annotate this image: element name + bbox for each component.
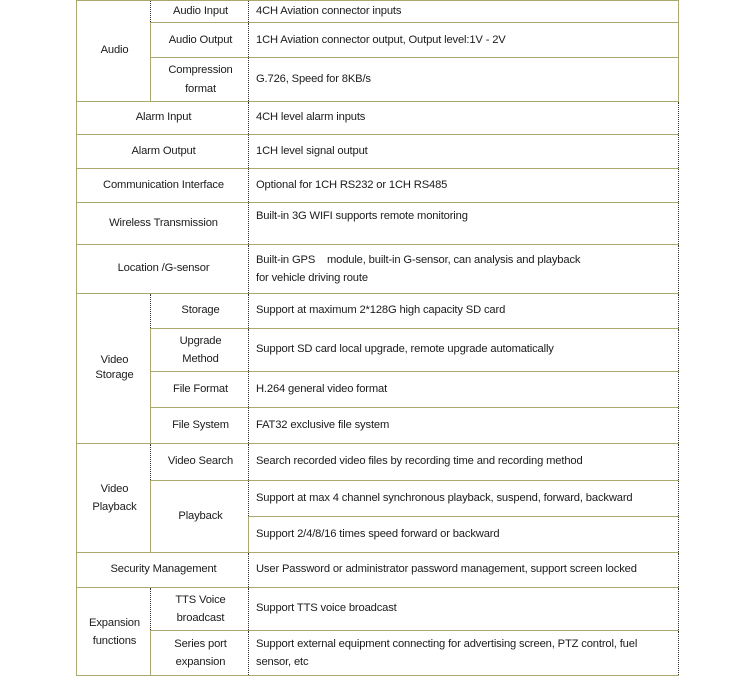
specification-table-container: Audio Audio Input 4CH Aviation connector… [76, 0, 679, 676]
subitem-cell-series-port-expansion: Series port expansion [150, 630, 249, 676]
description-cell-playback-channels: Support at max 4 channel synchronous pla… [248, 480, 679, 518]
table-row: Expansion functions TTS Voice broadcast … [76, 587, 679, 676]
table-row: Security Management User Password or adm… [76, 552, 679, 589]
description-cell-location-gsensor: Built-in GPS module, built-in G-sensor, … [248, 243, 679, 294]
description-cell-storage: Support at maximum 2*128G high capacity … [248, 292, 679, 329]
description-line-2: for vehicle driving route [256, 271, 368, 284]
subitem-line-1: TTS Voice [175, 594, 226, 607]
category-cell-wireless-transmission: Wireless Transmission [76, 201, 249, 245]
category-cell-alarm-output: Alarm Output [76, 133, 249, 169]
table-row: Playback Support at max 4 channel synchr… [77, 480, 679, 554]
description-cell-communication-interface: Optional for 1CH RS232 or 1CH RS485 [248, 167, 679, 203]
category-line-2: Playback [92, 501, 137, 514]
table-row: Location /G-sensor Built-in GPS module, … [76, 243, 679, 294]
description-cell-video-search: Search recorded video files by recording… [248, 443, 679, 482]
table-row: File System FAT32 exclusive file system [77, 407, 679, 445]
description-cell-file-system: FAT32 exclusive file system [248, 407, 679, 445]
table-row: Video Storage Storage Support at maximum… [76, 292, 679, 445]
subitem-cell-file-format: File Format [150, 371, 249, 409]
table-row: Alarm Input 4CH level alarm inputs [76, 100, 679, 135]
description-cell-upgrade-method: Support SD card local upgrade, remote up… [248, 327, 679, 373]
table-row: File Format H.264 general video format [77, 371, 679, 409]
description-cell-security-management: User Password or administrator password … [248, 552, 679, 589]
category-cell-video-playback: Video Playback [76, 443, 151, 554]
category-cell-alarm-input: Alarm Input [76, 100, 249, 135]
category-line-2: functions [92, 634, 137, 647]
category-cell-location-gsensor: Location /G-sensor [76, 243, 249, 294]
table-row: Video Playback Video Search Search recor… [76, 443, 679, 554]
description-cell-playback-speed: Support 2/4/8/16 times speed forward or … [248, 516, 679, 554]
specification-table: Audio Audio Input 4CH Aviation connector… [76, 0, 679, 676]
category-cell-security-management: Security Management [76, 552, 249, 589]
table-row: Compression format G.726, Speed for 8KB/… [77, 57, 679, 102]
table-row: Series port expansion Support external e… [77, 630, 679, 676]
description-cell-alarm-input: 4CH level alarm inputs [248, 100, 679, 135]
subitem-cell-tts-voice-broadcast: TTS Voice broadcast [150, 587, 249, 632]
category-line-1: Expansion [89, 616, 140, 629]
table-row: Wireless Transmission Built-in 3G WIFI s… [76, 201, 679, 245]
description-line-1: Built-in GPS module, built-in G-sensor, … [256, 253, 581, 266]
description-cell-audio-output: 1CH Aviation connector output, Output le… [248, 22, 679, 59]
description-cell-series-port-expansion: Support external equipment connecting fo… [248, 630, 679, 676]
subitem-cell-audio-input: Audio Input [150, 0, 249, 24]
subitem-line-2: Method [182, 352, 219, 365]
subitem-line-1: Upgrade [179, 334, 222, 347]
subitem-cell-upgrade-method: Upgrade Method [150, 327, 249, 373]
table-row: Audio Audio Input 4CH Aviation connector… [76, 0, 679, 102]
description-cell-alarm-output: 1CH level signal output [248, 133, 679, 169]
description-cell-file-format: H.264 general video format [248, 371, 679, 409]
subitem-line-2: format [185, 82, 216, 95]
table-row: Communication Interface Optional for 1CH… [76, 167, 679, 203]
description-line-2: sensor, etc [256, 656, 309, 669]
description-line-1: Support external equipment connecting fo… [256, 638, 638, 651]
category-cell-expansion-functions: Expansion functions [76, 587, 151, 676]
subitem-cell-playback: Playback [150, 480, 249, 554]
description-cell-compression-format: G.726, Speed for 8KB/s [248, 57, 679, 102]
table-row: Audio Output 1CH Aviation connector outp… [77, 22, 679, 59]
table-row: Upgrade Method Support SD card local upg… [77, 327, 679, 373]
subitem-cell-storage: Storage [150, 292, 249, 329]
subitem-line-2: broadcast [176, 612, 225, 625]
subitem-cell-video-search: Video Search [150, 443, 249, 482]
subitem-line-1: Series port [174, 638, 227, 651]
subitem-line-1: Compression [168, 64, 233, 77]
subitem-cell-compression-format: Compression format [150, 57, 249, 102]
table-row: Alarm Output 1CH level signal output [76, 133, 679, 169]
subitem-cell-file-system: File System [150, 407, 249, 445]
category-cell-communication-interface: Communication Interface [76, 167, 249, 203]
subitem-line-2: expansion [175, 656, 226, 669]
description-cell-wireless-transmission: Built-in 3G WIFI supports remote monitor… [248, 201, 679, 245]
category-cell-audio: Audio [76, 0, 151, 102]
subitem-cell-audio-output: Audio Output [150, 22, 249, 59]
category-line-1: Video [100, 482, 129, 495]
specification-table-body: Audio Audio Input 4CH Aviation connector… [76, 0, 679, 676]
description-cell-audio-input: 4CH Aviation connector inputs [248, 0, 679, 24]
category-cell-video-storage: Video Storage [76, 292, 151, 445]
description-cell-tts-voice-broadcast: Support TTS voice broadcast [248, 587, 679, 632]
